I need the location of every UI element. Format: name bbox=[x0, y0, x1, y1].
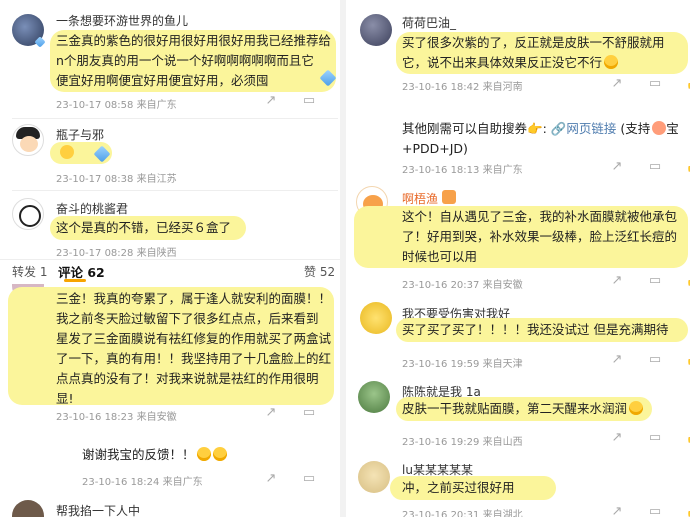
divider bbox=[12, 190, 338, 191]
emoji-icon bbox=[212, 447, 227, 461]
comment-actions: ↗▭👍 bbox=[264, 93, 340, 108]
commenter-name[interactable]: 帮我掐一下人中 bbox=[56, 502, 140, 517]
peach-icon bbox=[652, 121, 667, 135]
comment-text: 冲，之前买过很好用 bbox=[402, 480, 515, 495]
comment-meta: 23-10-17 08:58 来自广东 bbox=[56, 100, 177, 111]
comment-text: 三金！我真的夸累了，属于逢人就安利的面膜！！ 我之前冬天脸过敏留下了很多红点点，后… bbox=[56, 291, 332, 406]
comment-text: 这个是真的不错，已经买６盒了 bbox=[56, 220, 232, 235]
share-icon[interactable]: ↗ bbox=[610, 504, 624, 517]
web-link-icon: 🔗 bbox=[550, 121, 567, 136]
emoji-icon bbox=[604, 55, 619, 69]
comment-actions: ↗ ▭ 👍 bbox=[610, 76, 690, 91]
commenter-name[interactable]: 奋斗的桃酱君 bbox=[56, 200, 128, 217]
comment-meta: 23-10-16 20:37 来自安徽 bbox=[402, 280, 523, 291]
comment-actions: ↗ ▭ 👍 bbox=[610, 159, 690, 174]
avatar[interactable] bbox=[358, 461, 390, 493]
share-icon[interactable]: ↗ bbox=[264, 405, 278, 420]
like-icon[interactable]: 👍 bbox=[686, 504, 690, 517]
share-icon[interactable]: ↗ bbox=[610, 159, 624, 174]
divider bbox=[0, 259, 340, 260]
web-link[interactable]: 网页链接 bbox=[566, 121, 616, 136]
commenter-name[interactable]: 瓶子与邪 bbox=[56, 126, 104, 143]
avatar[interactable] bbox=[12, 198, 44, 230]
comment-icon[interactable]: ▭ bbox=[302, 93, 316, 108]
tab-repost[interactable]: 转发 1 bbox=[12, 263, 47, 280]
share-icon[interactable]: ↗ bbox=[610, 76, 624, 91]
like-icon[interactable]: 👍 bbox=[686, 273, 690, 288]
comment-icon[interactable]: ▭ bbox=[302, 471, 316, 486]
like-icon[interactable]: 👍 bbox=[686, 352, 690, 367]
comment-actions: ↗ ▭ 👍 bbox=[610, 273, 690, 288]
comment-meta: 23-10-16 20:31 来自湖北 bbox=[402, 510, 523, 517]
share-icon[interactable]: ↗ bbox=[610, 352, 624, 367]
like-icon[interactable]: 👍 bbox=[686, 159, 690, 174]
tab-like[interactable]: 赞 52 bbox=[304, 263, 335, 280]
comment-icon[interactable]: ▭ bbox=[648, 430, 662, 445]
share-icon[interactable]: ↗ bbox=[264, 471, 278, 486]
reply-text: 谢谢我宝的反馈！！ bbox=[82, 445, 227, 465]
comment-icon[interactable]: ▭ bbox=[648, 159, 662, 174]
left-screenshot-panel: 一条想要环游世界的鱼儿 三金真的紫色的很好用很好用很好用我已经推荐给 n个朋友真的… bbox=[0, 0, 340, 517]
comment-icon[interactable]: ▭ bbox=[648, 352, 662, 367]
like-icon[interactable]: 👍 bbox=[686, 430, 690, 445]
comment-meta: 23-10-16 18:24 来自广东 bbox=[82, 477, 203, 488]
comment-meta: 23-10-16 19:29 来自山西 bbox=[402, 437, 523, 448]
comment-text: 这个！自从遇见了三金，我的补水面膜就被他承包 了！好用到哭，补水效果一级棒，脸上泛… bbox=[402, 209, 678, 264]
comment-actions: ↗▭👍 bbox=[264, 405, 340, 420]
comment-actions: ↗ ▭ 👍 bbox=[610, 430, 690, 445]
comment-text: 买了买了买了！！！！我还没试过 但是充满期待 bbox=[402, 322, 669, 337]
avatar[interactable] bbox=[360, 302, 392, 334]
divider bbox=[12, 118, 338, 119]
avatar[interactable] bbox=[358, 381, 390, 413]
comment-actions: ↗▭👍 bbox=[264, 471, 340, 486]
comment-icon[interactable]: ▭ bbox=[648, 504, 662, 517]
comment-meta: 23-10-16 18:23 来自安徽 bbox=[56, 412, 177, 423]
emoji-icon bbox=[60, 145, 74, 159]
right-screenshot-panel: 荷荷巴油_ 买了很多次紫的了，反正就是皮肤一不舒服就用 它，说不出来具体效果反正没… bbox=[346, 0, 690, 517]
like-icon[interactable]: 👍 bbox=[686, 76, 690, 91]
comment-actions: ↗ ▭ 👍 bbox=[610, 504, 690, 517]
comment-icon[interactable]: ▭ bbox=[648, 273, 662, 288]
comment-actions: ↗ ▭ 👍 bbox=[610, 352, 690, 367]
comment-icon[interactable]: ▭ bbox=[648, 76, 662, 91]
comment-icon[interactable]: ▭ bbox=[302, 405, 316, 420]
share-icon[interactable]: ↗ bbox=[610, 273, 624, 288]
comment-meta: 23-10-16 18:13 来自广东 bbox=[402, 165, 523, 176]
comment-text: 皮肤一干我就贴面膜，第二天醒来水润润 bbox=[402, 399, 644, 419]
emoji-icon bbox=[196, 447, 211, 461]
comment-meta: 23-10-17 08:38 来自江苏 bbox=[56, 174, 177, 185]
comment-text: 买了很多次紫的了，反正就是皮肤一不舒服就用 它，说不出来具体效果反正没它不行 bbox=[402, 35, 665, 70]
avatar[interactable] bbox=[12, 500, 44, 517]
commenter-name[interactable]: 啊梧渔 bbox=[402, 190, 438, 207]
comment-meta: 23-10-16 19:59 来自天津 bbox=[402, 359, 523, 370]
crown-icon bbox=[442, 190, 456, 204]
avatar[interactable] bbox=[12, 124, 44, 156]
share-icon[interactable]: ↗ bbox=[264, 93, 278, 108]
commenter-name[interactable]: 荷荷巴油_ bbox=[402, 14, 456, 31]
comment-text: 三金真的紫色的很好用很好用很好用我已经推荐给 n个朋友真的用一个说一个好啊啊啊啊啊… bbox=[56, 33, 332, 88]
emoji-icon bbox=[629, 401, 644, 415]
comment-meta: 23-10-17 08:28 来自陕西 bbox=[56, 248, 177, 259]
promo-text: 其他刚需可以自助搜券👉: 🔗网页链接 (支持宝 +PDD+JD) bbox=[402, 121, 679, 156]
avatar[interactable] bbox=[360, 14, 392, 46]
share-icon[interactable]: ↗ bbox=[610, 430, 624, 445]
comment-meta: 23-10-16 18:42 来自河南 bbox=[402, 82, 523, 93]
commenter-name[interactable]: 一条想要环游世界的鱼儿 bbox=[56, 12, 188, 29]
tab-indicator bbox=[64, 279, 86, 282]
